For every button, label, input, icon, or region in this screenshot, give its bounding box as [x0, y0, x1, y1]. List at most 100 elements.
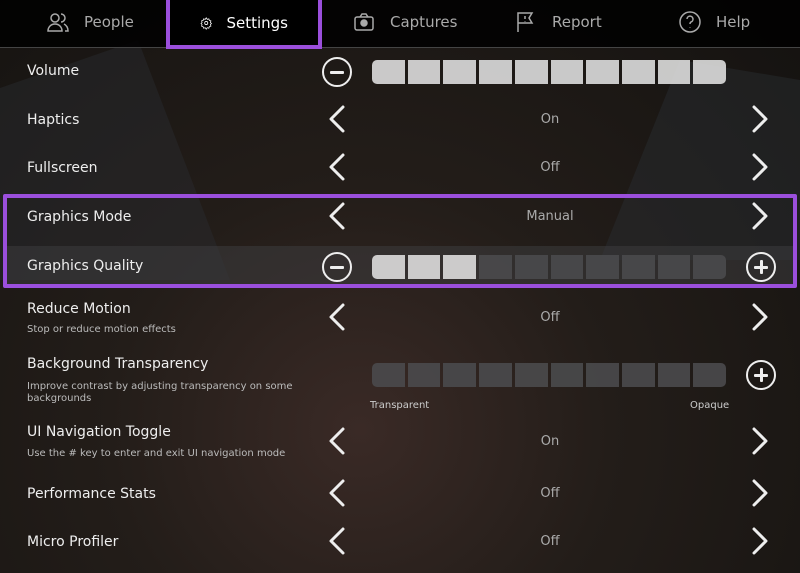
- micro_profiler-next-button[interactable]: [748, 527, 772, 559]
- slider-segment[interactable]: [586, 363, 619, 387]
- people-icon: [47, 13, 69, 32]
- slider-segment[interactable]: [550, 255, 584, 279]
- ui_navigation-description: Use the # key to enter and exit UI navig…: [27, 448, 286, 459]
- menu-tab-bar: People Settings Captures Report Help: [0, 0, 800, 49]
- slider-segment[interactable]: [586, 255, 619, 279]
- volume-label: Volume: [27, 63, 80, 79]
- background_transparency-increase-button[interactable]: [746, 360, 776, 390]
- slider-segment[interactable]: [514, 60, 548, 84]
- graphics_quality-decrease-button[interactable]: [322, 252, 352, 282]
- slider-segment[interactable]: [657, 255, 691, 279]
- minus-icon: [330, 265, 344, 269]
- haptics-value: On: [540, 112, 560, 127]
- fullscreen-value: Off: [540, 160, 560, 175]
- slider-segment[interactable]: [443, 60, 477, 84]
- micro_profiler-label: Micro Profiler: [27, 534, 119, 550]
- reduce_motion-label: Reduce Motion: [27, 301, 131, 317]
- haptics-previous-button[interactable]: [325, 105, 349, 137]
- slider-segment[interactable]: [550, 60, 584, 84]
- slider-segment[interactable]: [372, 60, 405, 84]
- graphics_mode-label: Graphics Mode: [27, 209, 132, 225]
- fullscreen-next-button[interactable]: [748, 153, 772, 185]
- chevron-left-icon: [327, 104, 347, 138]
- reduce_motion-next-button[interactable]: [748, 303, 772, 335]
- chevron-right-icon: [750, 302, 770, 336]
- performance_stats-next-button[interactable]: [748, 479, 772, 511]
- slider-segment[interactable]: [514, 363, 548, 387]
- haptics-label: Haptics: [27, 112, 80, 128]
- micro_profiler-previous-button[interactable]: [325, 527, 349, 559]
- performance_stats-label: Performance Stats: [27, 486, 156, 502]
- chevron-right-icon: [750, 426, 770, 460]
- chevron-right-icon: [750, 201, 770, 235]
- chevron-left-icon: [327, 478, 347, 512]
- chevron-left-icon: [327, 152, 347, 186]
- volume-decrease-button[interactable]: [322, 57, 352, 87]
- ui_navigation-value: On: [540, 434, 560, 449]
- graphics_quality-label: Graphics Quality: [27, 258, 144, 274]
- graphics_mode-next-button[interactable]: [748, 202, 772, 234]
- background_transparency-description: Improve contrast by adjusting transparen…: [27, 381, 293, 404]
- reduce_motion-previous-button[interactable]: [325, 303, 349, 335]
- ui_navigation-label: UI Navigation Toggle: [27, 424, 171, 440]
- volume-slider[interactable]: [372, 60, 727, 84]
- tab-help[interactable]: Help: [678, 0, 750, 44]
- tab-captures[interactable]: Captures: [352, 0, 457, 44]
- background_transparency-slider[interactable]: [372, 363, 727, 387]
- chevron-right-icon: [750, 478, 770, 512]
- ui_navigation-previous-button[interactable]: [325, 427, 349, 459]
- chevron-left-icon: [327, 201, 347, 235]
- chevron-left-icon: [327, 426, 347, 460]
- slider-segment[interactable]: [443, 363, 477, 387]
- background_transparency-label: Background Transparency: [27, 356, 209, 372]
- chevron-right-icon: [750, 152, 770, 186]
- slider-segment[interactable]: [657, 60, 691, 84]
- reduce_motion-description: Stop or reduce motion effects: [27, 324, 176, 335]
- slider-segment[interactable]: [693, 255, 727, 279]
- chevron-left-icon: [327, 302, 347, 336]
- graphics_quality-increase-button[interactable]: [746, 252, 776, 282]
- fullscreen-label: Fullscreen: [27, 160, 98, 176]
- slider-segment[interactable]: [407, 255, 441, 279]
- slider-segment[interactable]: [479, 363, 512, 387]
- plus-icon: [759, 368, 763, 382]
- slider-segment[interactable]: [372, 255, 405, 279]
- slider-segment[interactable]: [693, 60, 727, 84]
- chevron-left-icon: [327, 526, 347, 560]
- help-icon: [679, 11, 701, 33]
- slider-segment[interactable]: [372, 363, 405, 387]
- graphics_quality-slider[interactable]: [372, 255, 727, 279]
- transparent-caption: Transparent: [370, 400, 430, 411]
- ui_navigation-next-button[interactable]: [748, 427, 772, 459]
- graphics_mode-previous-button[interactable]: [325, 202, 349, 234]
- slider-segment[interactable]: [443, 255, 477, 279]
- chevron-right-icon: [750, 526, 770, 560]
- flag-icon: [517, 12, 534, 32]
- slider-segment[interactable]: [586, 60, 619, 84]
- tab-people[interactable]: People: [46, 0, 134, 44]
- slider-segment[interactable]: [407, 363, 441, 387]
- gear-icon: [200, 16, 212, 30]
- opaque-caption: Opaque: [690, 400, 730, 411]
- slider-segment[interactable]: [621, 255, 655, 279]
- reduce_motion-value: Off: [540, 310, 560, 325]
- slider-segment[interactable]: [657, 363, 691, 387]
- camera-icon: [354, 13, 374, 31]
- minus-icon: [330, 70, 344, 74]
- slider-segment[interactable]: [514, 255, 548, 279]
- tab-report[interactable]: Report: [514, 0, 602, 44]
- slider-segment[interactable]: [479, 255, 512, 279]
- slider-segment[interactable]: [621, 363, 655, 387]
- fullscreen-previous-button[interactable]: [325, 153, 349, 185]
- slider-segment[interactable]: [621, 60, 655, 84]
- plus-icon: [759, 260, 763, 274]
- chevron-right-icon: [750, 104, 770, 138]
- tab-settings[interactable]: Settings: [166, 0, 322, 49]
- performance_stats-previous-button[interactable]: [325, 479, 349, 511]
- slider-segment[interactable]: [550, 363, 584, 387]
- micro_profiler-value: Off: [540, 534, 560, 549]
- slider-segment[interactable]: [479, 60, 512, 84]
- slider-segment[interactable]: [693, 363, 727, 387]
- haptics-next-button[interactable]: [748, 105, 772, 137]
- slider-segment[interactable]: [407, 60, 441, 84]
